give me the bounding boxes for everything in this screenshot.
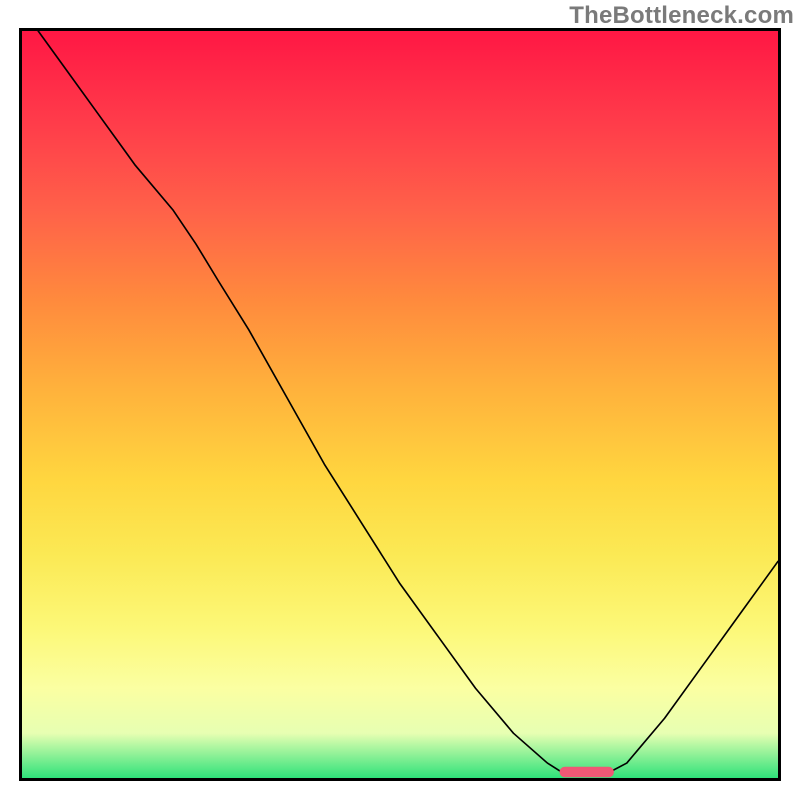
chart-svg <box>22 31 778 778</box>
plot-area <box>19 28 781 781</box>
bottleneck-curve <box>22 31 778 775</box>
watermark-text: TheBottleneck.com <box>569 2 794 30</box>
